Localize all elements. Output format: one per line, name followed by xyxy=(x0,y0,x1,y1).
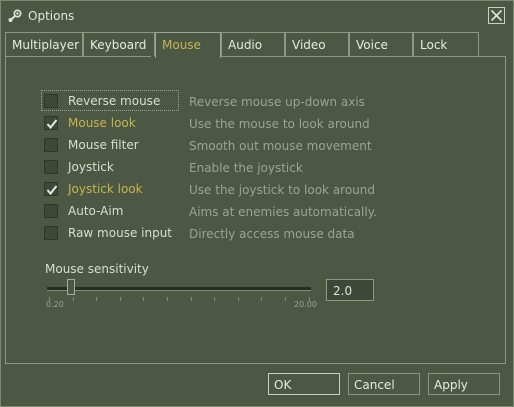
sensitivity-label: Mouse sensitivity xyxy=(45,262,149,276)
option-checkbox[interactable] xyxy=(44,138,58,152)
sensitivity-slider-thumb[interactable] xyxy=(67,279,75,295)
option-label: Reverse mouse xyxy=(68,94,161,108)
option-label: Joystick look xyxy=(68,182,143,196)
option-description: Smooth out mouse movement xyxy=(189,139,372,153)
window-title: Options xyxy=(28,9,75,23)
option-description: Use the mouse to look around xyxy=(189,117,370,131)
option-description: Reverse mouse up-down axis xyxy=(189,95,365,109)
option-label: Joystick xyxy=(68,160,114,174)
option-label: Auto-Aim xyxy=(68,204,124,218)
slider-tick xyxy=(214,297,216,301)
slider-tick xyxy=(237,297,239,301)
tab-voice[interactable]: Voice xyxy=(349,32,413,56)
option-checkbox[interactable] xyxy=(44,226,58,240)
option-checkbox[interactable] xyxy=(44,182,58,196)
apply-button[interactable]: Apply xyxy=(428,373,500,395)
checkmark-icon xyxy=(46,185,58,196)
slider-tick xyxy=(96,297,98,301)
option-description: Aims at enemies automatically. xyxy=(189,205,377,219)
option-checkbox[interactable] xyxy=(44,94,58,108)
tab-audio[interactable]: Audio xyxy=(221,32,285,56)
ok-button[interactable]: OK xyxy=(268,373,340,395)
option-description: Enable the joystick xyxy=(189,161,303,175)
slider-tick xyxy=(119,297,121,301)
tab-keyboard[interactable]: Keyboard xyxy=(83,32,155,56)
option-checkbox[interactable] xyxy=(44,116,58,130)
option-label: Mouse look xyxy=(68,116,136,130)
option-label: Mouse filter xyxy=(68,138,139,152)
tab-video[interactable]: Video xyxy=(285,32,349,56)
close-button[interactable] xyxy=(488,7,505,24)
tab-mouse[interactable]: Mouse xyxy=(155,32,221,58)
option-description: Directly access mouse data xyxy=(189,227,355,241)
slider-tick xyxy=(285,297,286,301)
slider-tick xyxy=(143,297,145,301)
slider-min-label: 0.20 xyxy=(46,300,64,309)
tab-multiplayer[interactable]: Multiplayer xyxy=(5,32,83,56)
slider-tick xyxy=(72,297,74,301)
checkmark-icon xyxy=(46,119,58,130)
cancel-button[interactable]: Cancel xyxy=(348,373,420,395)
close-icon xyxy=(490,9,503,22)
sensitivity-slider-track[interactable] xyxy=(47,287,311,291)
option-checkbox[interactable] xyxy=(44,160,58,174)
title-bar[interactable]: Options xyxy=(0,0,512,32)
option-label: Raw mouse input xyxy=(68,226,173,240)
option-checkbox[interactable] xyxy=(44,204,58,218)
sensitivity-value-field[interactable]: 2.0 xyxy=(326,279,374,301)
slider-max-label: 20.00 xyxy=(294,300,317,309)
slider-tick xyxy=(167,297,168,301)
slider-tick xyxy=(190,297,192,301)
steam-logo-icon xyxy=(7,8,23,24)
tab-lock[interactable]: Lock xyxy=(413,32,479,56)
option-description: Use the joystick to look around xyxy=(189,183,376,197)
slider-tick xyxy=(261,297,263,301)
